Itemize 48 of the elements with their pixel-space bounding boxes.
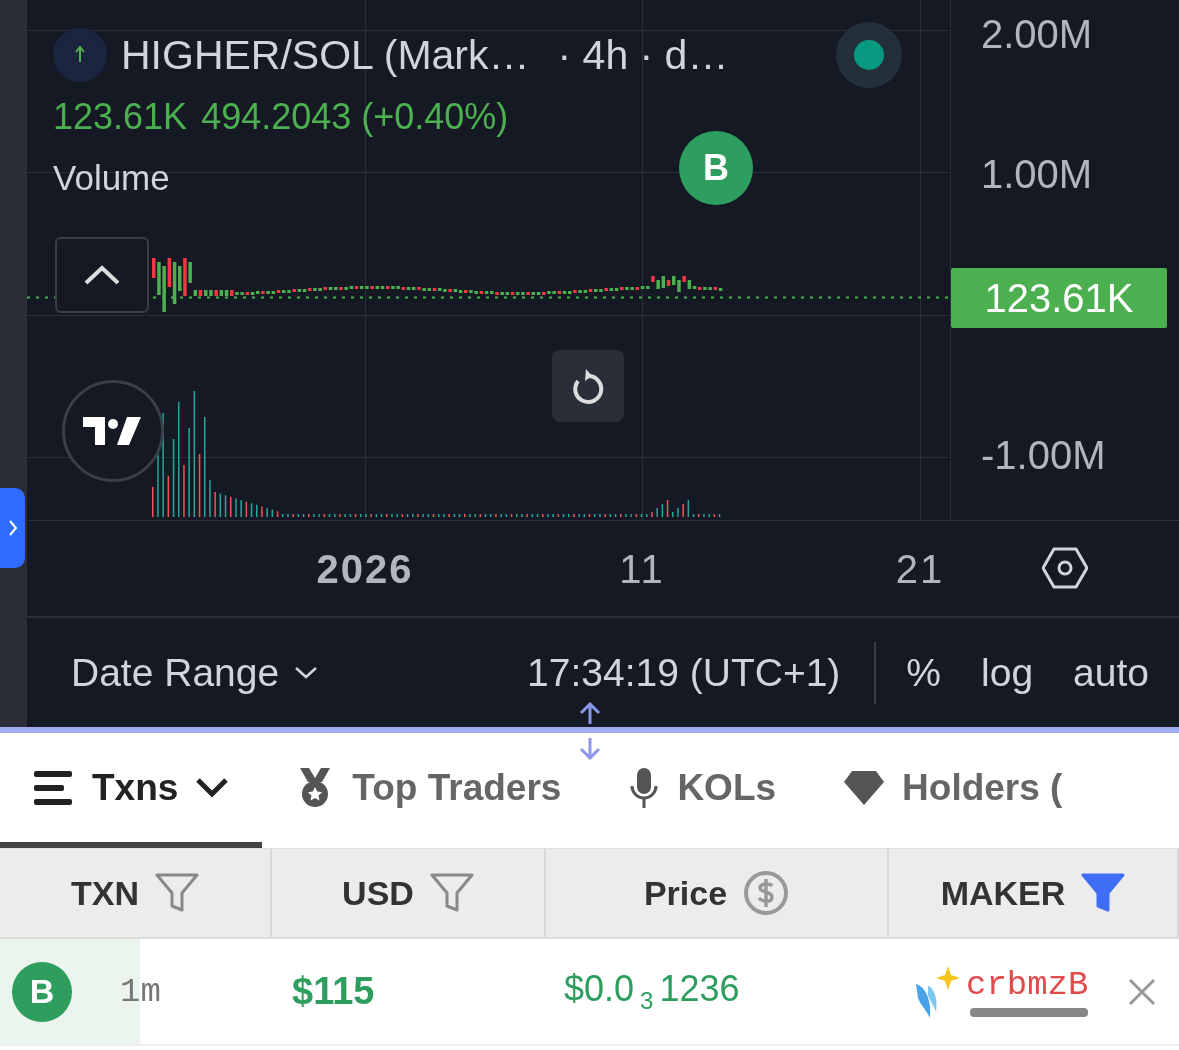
clock-time: 17:34:19 (UTC+1) [527,650,841,695]
tab[interactable]: Holders ( [810,733,1097,848]
maker-link[interactable]: crbmzB [966,966,1089,1017]
diamond-icon [844,770,885,805]
usd-cell-text: $115 [292,970,376,1013]
menu-icon [34,770,74,805]
filter-icon[interactable] [429,873,474,913]
volume-value: 123.61K [53,96,188,138]
price-change: 494.2043 (+0.40%) [201,96,509,138]
chevron-right-icon [7,518,18,538]
microphone-icon [629,767,660,808]
column-label: MAKER [940,873,1066,913]
close-icon[interactable] [1128,977,1157,1006]
transaction-type-badge: B [12,961,72,1022]
tab[interactable]: KOLs [595,733,811,848]
filter-icon[interactable] [155,873,199,913]
resize-handle-icon[interactable] [577,702,603,760]
time-axis-label: 2026 [316,547,414,592]
tab[interactable]: Top Traders [262,733,596,848]
sidebar-toggle-handle[interactable] [0,488,25,568]
time-axis-label: 21 [895,547,945,592]
date-range-dropdown[interactable]: Date Range [71,650,318,695]
reset-chart-button[interactable] [552,350,624,422]
price-axis-label: 1.00M [981,152,1093,197]
chevron-down-icon [295,666,318,679]
settings-icon[interactable] [1042,545,1088,591]
buy-marker: B [679,131,753,205]
column-label: TXN [71,873,139,913]
column-label: USD [342,873,414,913]
time-axis-label: 11 [619,547,665,592]
column-label: Price [643,873,728,913]
chevron-up-icon [84,265,120,285]
price-cell-text: $0.0$_{3}$1236 [564,967,741,1016]
filter-icon[interactable] [1081,873,1126,913]
scale-option[interactable]: % [906,650,942,695]
reset-icon [570,367,606,405]
chevron-down-icon [196,777,229,798]
interval-label: · 4h · d… [557,31,729,79]
token-logo-icon [53,28,107,82]
price-axis-label: -1.00M [981,433,1106,478]
age-cell-text: 1m [120,972,162,1011]
scale-option[interactable]: log [981,650,1034,695]
collapse-button[interactable] [55,237,149,313]
current-price-badge: 123.61K [951,268,1167,328]
symbol-title: HIGHER/SOL (Mark… [121,31,530,79]
price-axis-label: 2.00M [981,12,1093,57]
indicator-label: Volume [53,158,170,198]
scale-option[interactable]: auto [1073,650,1149,695]
